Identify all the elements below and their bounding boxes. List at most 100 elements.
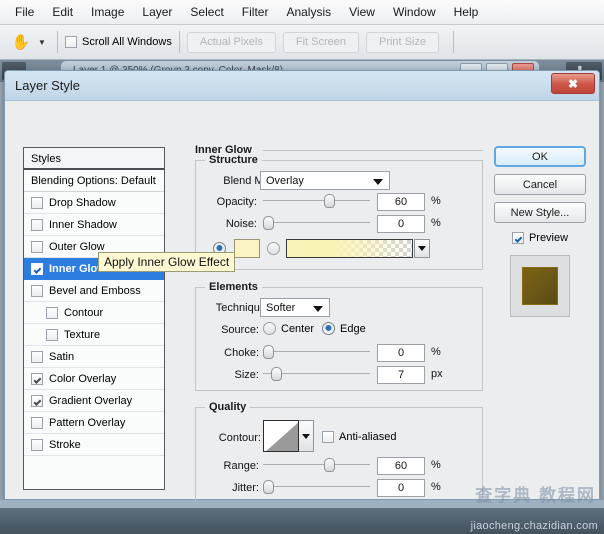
checkbox-box[interactable] — [31, 240, 43, 253]
opacity-slider[interactable] — [263, 194, 370, 208]
menu-select[interactable]: Select — [181, 2, 232, 22]
menu-view[interactable]: View — [340, 2, 384, 22]
checkbox-box[interactable] — [46, 328, 58, 341]
source-center-radio[interactable]: Center — [263, 322, 314, 335]
style-row-satin[interactable]: Satin — [24, 346, 164, 368]
slider-knob[interactable] — [263, 480, 274, 494]
preview-checkbox[interactable]: Preview — [511, 232, 568, 244]
menu-edit[interactable]: Edit — [43, 2, 82, 22]
separator — [178, 31, 180, 53]
hand-tool-icon[interactable]: ✋ — [8, 30, 34, 54]
noise-label: Noise: — [225, 218, 257, 230]
menu-layer[interactable]: Layer — [133, 2, 181, 22]
opacity-input[interactable]: 60 — [377, 193, 425, 211]
scroll-all-windows-checkbox[interactable]: Scroll All Windows — [65, 36, 172, 48]
anti-aliased-label: Anti-aliased — [339, 431, 397, 443]
fill-gradient-radio[interactable] — [267, 242, 280, 255]
slider-track — [263, 464, 370, 465]
menu-window[interactable]: Window — [384, 2, 445, 22]
screen: File Edit Image Layer Select Filter Anal… — [0, 0, 604, 534]
actual-pixels-button[interactable]: Actual Pixels — [186, 31, 276, 53]
checkbox-box[interactable] — [31, 350, 43, 363]
slider-knob[interactable] — [263, 216, 274, 230]
checkbox-box[interactable] — [31, 438, 43, 451]
anti-aliased-checkbox[interactable]: Anti-aliased — [322, 431, 396, 443]
size-slider[interactable] — [263, 367, 370, 381]
style-row-inner-shadow[interactable]: Inner Shadow — [24, 214, 164, 236]
style-label: Inner Shadow — [49, 218, 117, 231]
size-input[interactable]: 7 — [377, 366, 425, 384]
slider-track — [263, 486, 370, 487]
blending-options-row[interactable]: Blending Options: Default — [24, 170, 164, 192]
choke-slider[interactable] — [263, 345, 370, 359]
range-input[interactable]: 60 — [377, 457, 425, 475]
opacity-label: Opacity: — [216, 196, 257, 208]
close-icon[interactable]: ✖ — [551, 73, 595, 94]
new-style-button[interactable]: New Style... — [494, 202, 586, 223]
menu-file[interactable]: File — [6, 2, 43, 22]
style-label: Stroke — [49, 438, 81, 451]
dialog-title: Layer Style — [15, 78, 81, 93]
contour-curve-icon — [264, 421, 298, 451]
gradient-picker-button[interactable] — [414, 239, 430, 258]
style-label: Satin — [49, 350, 75, 363]
ok-button[interactable]: OK — [494, 146, 586, 167]
print-size-button[interactable]: Print Size — [365, 31, 440, 53]
dialog-title-bar: Layer Style ✖ — [5, 71, 599, 101]
checkbox-box — [322, 431, 334, 443]
choke-input[interactable]: 0 — [377, 344, 425, 362]
choke-unit: % — [431, 346, 441, 358]
style-row-texture[interactable]: Texture — [24, 324, 164, 346]
style-row-color-overlay[interactable]: Color Overlay — [24, 368, 164, 390]
menu-image[interactable]: Image — [82, 2, 133, 22]
checkbox-box[interactable] — [31, 284, 43, 297]
menu-analysis[interactable]: Analysis — [277, 2, 340, 22]
checkbox-box[interactable] — [31, 196, 43, 209]
checkbox-box — [511, 232, 524, 244]
cancel-button[interactable]: Cancel — [494, 174, 586, 195]
fit-screen-button[interactable]: Fit Screen — [282, 31, 359, 53]
technique-label: Technique: — [215, 302, 269, 314]
technique-select[interactable]: Softer — [260, 298, 330, 317]
style-row-pattern-overlay[interactable]: Pattern Overlay — [24, 412, 164, 434]
menu-help[interactable]: Help — [445, 2, 488, 22]
chevron-down-icon — [418, 246, 426, 251]
checkbox-box[interactable] — [31, 372, 43, 385]
style-row-drop-shadow[interactable]: Drop Shadow — [24, 192, 164, 214]
glow-gradient-preview[interactable] — [286, 239, 413, 258]
style-row-stroke[interactable]: Stroke — [24, 434, 164, 456]
checkbox-box[interactable] — [31, 218, 43, 231]
style-preview-thumbnail — [510, 255, 570, 317]
jitter-input[interactable]: 0 — [377, 479, 425, 497]
blend-mode-select[interactable]: Overlay — [260, 171, 390, 190]
glow-color-swatch[interactable] — [234, 239, 260, 258]
quality-group-label: Quality — [205, 401, 251, 413]
source-edge-radio[interactable]: Edge — [322, 322, 366, 335]
slider-knob[interactable] — [263, 345, 274, 359]
menu-filter[interactable]: Filter — [233, 2, 278, 22]
chevron-down-icon[interactable]: ▼ — [34, 30, 50, 54]
contour-preview[interactable] — [263, 420, 299, 452]
noise-input[interactable]: 0 — [377, 215, 425, 233]
range-slider[interactable] — [263, 458, 370, 472]
dialog-actions: OK Cancel New Style... Preview — [493, 146, 587, 317]
noise-slider[interactable] — [263, 216, 370, 230]
style-row-bevel-and-emboss[interactable]: Bevel and Emboss — [24, 280, 164, 302]
checkbox-box[interactable] — [31, 394, 43, 407]
style-row-gradient-overlay[interactable]: Gradient Overlay — [24, 390, 164, 412]
contour-picker-button[interactable] — [299, 420, 314, 452]
source-label: Source: — [221, 324, 259, 336]
checkbox-box[interactable] — [31, 416, 43, 429]
jitter-slider[interactable] — [263, 480, 370, 494]
styles-header[interactable]: Styles — [24, 148, 164, 170]
style-label: Gradient Overlay — [49, 394, 133, 407]
checkbox-box[interactable] — [31, 262, 43, 275]
slider-knob[interactable] — [271, 367, 282, 381]
slider-knob[interactable] — [324, 458, 335, 472]
slider-knob[interactable] — [324, 194, 335, 208]
radio-dot — [263, 322, 276, 335]
separator — [57, 31, 58, 53]
checkbox-box[interactable] — [46, 306, 58, 319]
style-row-contour[interactable]: Contour — [24, 302, 164, 324]
range-unit: % — [431, 459, 441, 471]
